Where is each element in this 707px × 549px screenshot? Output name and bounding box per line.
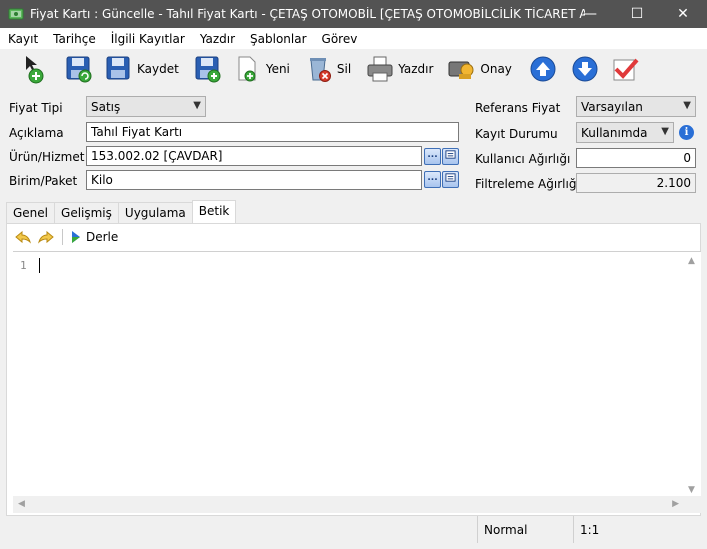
tab-betik[interactable]: Betik xyxy=(191,200,237,223)
reference-price-select[interactable]: Varsayılan ▼ xyxy=(576,96,696,117)
price-card-app-icon xyxy=(8,8,24,20)
horizontal-scrollbar[interactable]: ◀ ▶ xyxy=(13,496,701,513)
approve-label: Onay xyxy=(480,62,512,76)
delete-button[interactable]: Sil xyxy=(304,52,351,86)
product-service-input[interactable]: 153.002.02 [ÇAVDAR] xyxy=(86,146,422,166)
menu-yazdir[interactable]: Yazdır xyxy=(192,32,242,46)
tab-genel[interactable]: Genel xyxy=(6,202,56,223)
reference-price-value: Varsayılan xyxy=(581,100,643,114)
chevron-down-icon: ▼ xyxy=(661,126,669,137)
scroll-up-icon[interactable]: ▲ xyxy=(688,256,695,266)
text-caret xyxy=(39,258,40,273)
script-toolbar: Derle xyxy=(7,224,700,250)
compile-button[interactable]: Derle xyxy=(70,230,118,244)
record-status-label: Kayıt Durumu xyxy=(475,127,558,141)
recycle-bin-delete-icon xyxy=(309,58,331,82)
move-up-button[interactable] xyxy=(528,52,558,86)
record-status-select[interactable]: Kullanımda ▼ xyxy=(576,122,674,143)
product-details-button[interactable] xyxy=(442,148,459,165)
list-window-icon xyxy=(445,150,456,159)
main-toolbar: Kaydet Yeni Sil Yazdır Onay xyxy=(0,49,707,89)
delete-label: Sil xyxy=(336,62,352,76)
tab-gelismis[interactable]: Gelişmiş xyxy=(54,202,119,223)
chevron-down-icon: ▼ xyxy=(193,100,201,111)
script-panel: Derle 1 ▲ ▼ ◀ ▶ xyxy=(6,223,701,516)
new-label: Yeni xyxy=(265,62,290,76)
user-weight-label: Kullanıcı Ağırlığı xyxy=(475,152,571,166)
print-button[interactable]: Yazdır xyxy=(365,52,433,86)
checkmark-icon xyxy=(613,58,639,81)
product-lookup-button[interactable]: ... xyxy=(424,148,441,165)
unit-details-button[interactable] xyxy=(442,171,459,188)
menu-tarihce[interactable]: Tarihçe xyxy=(45,32,103,46)
toolbar-divider xyxy=(62,229,63,245)
save-icon xyxy=(106,56,130,80)
maximize-button[interactable]: ☐ xyxy=(614,0,660,28)
status-bar: Normal 1:1 xyxy=(0,516,707,549)
price-type-value: Satış xyxy=(91,100,121,114)
confirm-button[interactable] xyxy=(610,52,640,86)
price-type-select[interactable]: Satış ▼ xyxy=(86,96,206,117)
new-record-icon xyxy=(26,56,44,84)
menu-ilgili-kayitlar[interactable]: İlgili Kayıtlar xyxy=(103,32,192,46)
save-reload-icon xyxy=(66,56,92,83)
save-and-reload-button[interactable] xyxy=(64,52,94,86)
scroll-down-icon[interactable]: ▼ xyxy=(688,485,695,495)
title-bar: Fiyat Kartı : Güncelle - Tahıl Fiyat Kar… xyxy=(0,0,707,28)
vertical-scrollbar[interactable]: ▲ ▼ xyxy=(684,252,701,497)
chevron-down-icon: ▼ xyxy=(683,100,691,111)
script-editor[interactable]: 1 ▲ ▼ ◀ ▶ xyxy=(13,251,701,513)
record-status-value: Kullanımda xyxy=(581,126,648,140)
save-new-icon xyxy=(195,56,221,83)
tab-strip: Genel Gelişmiş Uygulama Betik xyxy=(6,200,237,223)
save-button[interactable]: Kaydet xyxy=(104,52,179,86)
minimize-button[interactable]: — xyxy=(567,0,613,28)
menu-kayit[interactable]: Kayıt xyxy=(0,32,45,46)
move-down-button[interactable] xyxy=(570,52,600,86)
new-document-icon xyxy=(238,56,256,82)
redo-icon[interactable] xyxy=(37,229,55,245)
new-record-button[interactable] xyxy=(22,52,52,86)
line-number: 1 xyxy=(20,259,27,272)
menu-gorev[interactable]: Görev xyxy=(314,32,365,46)
scroll-left-icon[interactable]: ◀ xyxy=(18,499,25,509)
filter-weight-value: 2.100 xyxy=(576,173,696,193)
unit-package-input[interactable]: Kilo xyxy=(86,170,422,190)
compile-label: Derle xyxy=(86,230,119,244)
compile-play-icon xyxy=(72,231,80,243)
filter-weight-label: Filtreleme Ağırlığı xyxy=(475,177,580,191)
reference-price-label: Referans Fiyat xyxy=(475,101,561,115)
close-button[interactable]: ✕ xyxy=(660,0,706,28)
save-and-new-button[interactable] xyxy=(193,52,223,86)
window-title: Fiyat Kartı : Güncelle - Tahıl Fiyat Kar… xyxy=(30,7,585,21)
approval-key-icon xyxy=(448,61,474,79)
scroll-right-icon[interactable]: ▶ xyxy=(672,499,679,509)
print-label: Yazdır xyxy=(398,62,434,76)
info-icon[interactable]: i xyxy=(679,125,694,140)
arrow-down-icon xyxy=(572,56,598,82)
tab-uygulama[interactable]: Uygulama xyxy=(117,202,193,223)
new-button[interactable]: Yeni xyxy=(233,52,290,86)
undo-icon[interactable] xyxy=(14,229,32,245)
save-label: Kaydet xyxy=(137,62,179,76)
unit-lookup-button[interactable]: ... xyxy=(424,171,441,188)
menu-sablonlar[interactable]: Şablonlar xyxy=(242,32,314,46)
list-window-icon xyxy=(445,173,456,182)
printer-icon xyxy=(367,56,393,82)
description-input[interactable]: Tahıl Fiyat Kartı xyxy=(86,122,459,142)
user-weight-input[interactable]: 0 xyxy=(576,148,696,168)
approve-button[interactable]: Onay xyxy=(447,52,512,86)
cursor-position-status: 1:1 xyxy=(573,516,701,543)
product-service-label: Ürün/Hizmet xyxy=(9,150,85,164)
price-type-label: Fiyat Tipi xyxy=(9,101,63,115)
unit-package-label: Birim/Paket xyxy=(9,174,78,188)
description-label: Açıklama xyxy=(9,126,64,140)
editor-mode-status: Normal xyxy=(477,516,573,543)
menu-bar: Kayıt Tarihçe İlgili Kayıtlar Yazdır Şab… xyxy=(0,28,707,49)
arrow-up-icon xyxy=(530,56,556,82)
